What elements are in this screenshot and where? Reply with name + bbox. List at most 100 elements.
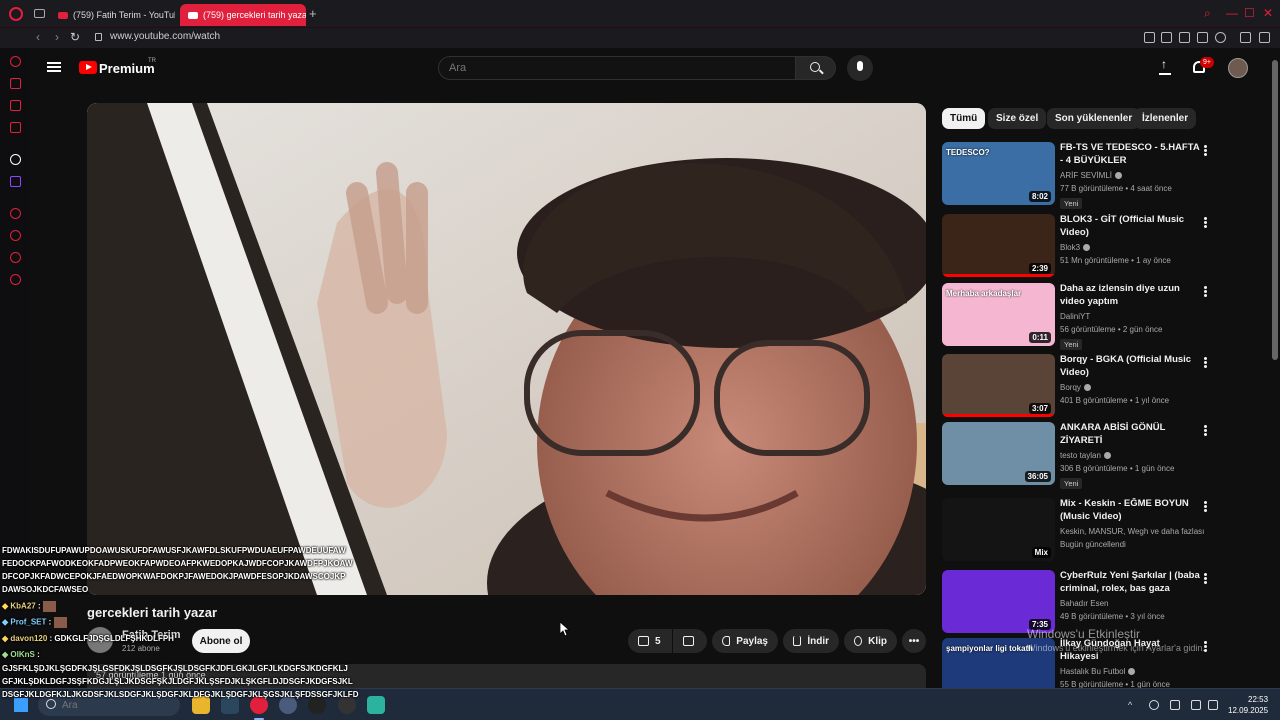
vpn-app-icon[interactable] [367,696,385,714]
player-sidebar-icon[interactable] [10,208,21,219]
extensions-icon[interactable] [10,252,21,263]
more-vertical-icon[interactable] [1204,145,1207,148]
profile-icon[interactable] [1240,32,1251,43]
recommendation-title[interactable]: CyberRulz Yeni Şarkılar | (baba criminal… [1060,570,1200,596]
recommendation-card[interactable]: TEDESCO? 8:02 FB-TS VE TEDESCO - 5.HAFTA… [942,142,1217,209]
video-thumbnail[interactable]: Mix [942,498,1055,561]
volume-icon[interactable] [1208,700,1218,710]
share-button[interactable]: Paylaş [712,629,778,653]
tray-overflow-icon[interactable]: ^ [1128,700,1138,710]
recommendation-channel[interactable]: Blok3 [1060,243,1091,252]
video-thumbnail[interactable]: 2:39 [942,214,1055,277]
recommendation-card[interactable]: 7:35 CyberRulz Yeni Şarkılar | (baba cri… [942,570,1217,635]
video-thumbnail[interactable]: Merhaba arkadaşlar 0:11 [942,283,1055,346]
recommendation-card[interactable]: 2:39 BLOK3 - GİT (Official Music Video) … [942,214,1217,279]
recommendation-title[interactable]: FB-TS VE TEDESCO - 5.HAFTA - 4 BÜYÜKLER [1060,142,1200,167]
forward-icon[interactable]: › [55,30,59,44]
filter-chip-watched[interactable]: İzlenenler [1134,108,1197,129]
voice-search-button[interactable] [847,55,873,81]
more-vertical-icon[interactable] [1204,357,1207,360]
recommendation-card[interactable]: 36:05 ANKARA ABİSİ GÖNÜL ZİYARETİ testo … [942,422,1217,489]
video-thumbnail[interactable]: 3:07 [942,354,1055,417]
video-player[interactable] [87,103,926,595]
clip-button[interactable]: Klip [844,629,897,653]
recommendation-title[interactable]: BLOK3 - GİT (Official Music Video) [1060,214,1200,239]
instagram-icon[interactable] [10,122,21,133]
snapshot-icon[interactable] [1161,32,1172,43]
url-field[interactable]: www.youtube.com/watch [110,31,220,42]
player-icon[interactable] [1197,32,1208,43]
close-icon[interactable]: ✕ [1263,6,1273,20]
youtube-logo-icon[interactable] [79,61,97,74]
recommendation-channel[interactable]: ARİF SEVİMLİ [1060,171,1123,180]
opera-logo-icon[interactable] [9,7,23,21]
microphone-icon[interactable] [1170,700,1180,710]
filter-chip-for-you[interactable]: Size özel [988,108,1047,129]
search-input[interactable] [439,57,795,79]
settings-icon[interactable] [10,274,21,285]
more-vertical-icon[interactable] [1204,217,1207,220]
workspaces-icon[interactable] [10,154,21,165]
recommendation-channel[interactable]: testo taylan [1060,451,1111,460]
video-thumbnail[interactable]: TEDESCO? 8:02 [942,142,1055,205]
filter-chip-recent[interactable]: Son yüklenenler [1047,108,1141,129]
account-avatar[interactable] [1228,58,1248,78]
new-tab-button[interactable]: + [309,6,317,21]
create-icon[interactable] [1159,57,1171,75]
youtube-premium-label[interactable]: Premium [99,61,155,76]
heart-icon[interactable] [1215,32,1226,43]
like-button[interactable]: 5 [628,629,672,653]
video-thumbnail[interactable]: 7:35 [942,570,1055,633]
tab-islands-icon[interactable] [34,9,45,18]
crypto-wallet-icon[interactable] [10,78,21,89]
taskbar-clock[interactable]: 22:53 12.09.2025 [1228,694,1268,716]
recommendation-title[interactable]: Mix - Keskin - EĞME BOYUN (Music Video) [1060,498,1200,523]
more-vertical-icon[interactable] [1204,573,1207,576]
recommendation-card[interactable]: 3:07 Borqy - BGKA (Official Music Video)… [942,354,1217,419]
speaker-icon[interactable] [188,11,198,19]
twitch-icon[interactable] [10,176,21,187]
onedrive-icon[interactable] [1149,700,1159,710]
scrollbar-thumb[interactable] [1272,60,1278,360]
back-icon[interactable]: ‹ [36,30,40,44]
browser-tab-fatih-terim[interactable]: (759) Fatih Terim - YouTube [50,4,175,26]
recommendation-card[interactable]: Merhaba arkadaşlar 0:11 Daha az izlensin… [942,283,1217,350]
aria-icon[interactable] [10,56,21,67]
search-tabs-icon[interactable]: ⌕ [1204,6,1211,21]
history-icon[interactable] [10,230,21,241]
more-actions-button[interactable]: ••• [902,629,926,653]
search-button[interactable] [795,56,836,80]
chat-message: ◆ davon120 : GDKGLFJDŞGLDLFŞHKDLFPH [2,634,174,643]
vpn-icon[interactable] [1179,32,1190,43]
more-vertical-icon[interactable] [1204,286,1207,289]
video-thumbnail[interactable]: 36:05 [942,422,1055,485]
recommendation-title[interactable]: Daha az izlensin diye uzun video yaptım [1060,283,1200,308]
messenger-icon[interactable] [10,100,21,111]
recommendation-title[interactable]: ANKARA ABİSİ GÖNÜL ZİYARETİ [1060,422,1200,447]
minimize-icon[interactable]: — [1226,6,1238,20]
easy-setup-icon[interactable] [1259,32,1270,43]
reload-icon[interactable]: ↻ [70,30,80,44]
video-frame [87,103,926,595]
recommendation-channel[interactable]: Hastalık Bu Futbol [1060,667,1136,676]
recommendation-title[interactable]: Borqy - BGKA (Official Music Video) [1060,354,1200,379]
maximize-icon[interactable]: ☐ [1244,6,1255,20]
subscribe-button[interactable]: Abone ol [192,629,250,653]
recommendation-channel[interactable]: Borqy [1060,383,1091,392]
filter-chip-all[interactable]: Tümü [942,108,986,129]
download-button[interactable]: İndir [783,629,839,653]
hamburger-menu-icon[interactable] [47,62,61,64]
dislike-button[interactable] [673,629,707,653]
browser-tab-active[interactable]: (759) gercekleri tarih yazar [180,4,306,26]
more-vertical-icon[interactable] [1204,501,1207,504]
recommendation-channel[interactable]: Bahadır Esen [1060,599,1108,608]
windows-start-icon[interactable] [14,698,28,712]
recommendation-card[interactable]: Mix Mix - Keskin - EĞME BOYUN (Music Vid… [942,498,1217,563]
more-vertical-icon[interactable] [1204,425,1207,428]
page-scrollbar[interactable] [1270,48,1280,688]
recommendation-channel[interactable]: DaliniYT [1060,312,1090,321]
recommendation-channel[interactable]: Keskin, MANSUR, Wegh ve daha fazlası [1060,527,1204,536]
chat-username: davon120 [10,634,48,643]
network-icon[interactable] [1191,700,1201,710]
bookmark-icon[interactable] [1144,32,1155,43]
